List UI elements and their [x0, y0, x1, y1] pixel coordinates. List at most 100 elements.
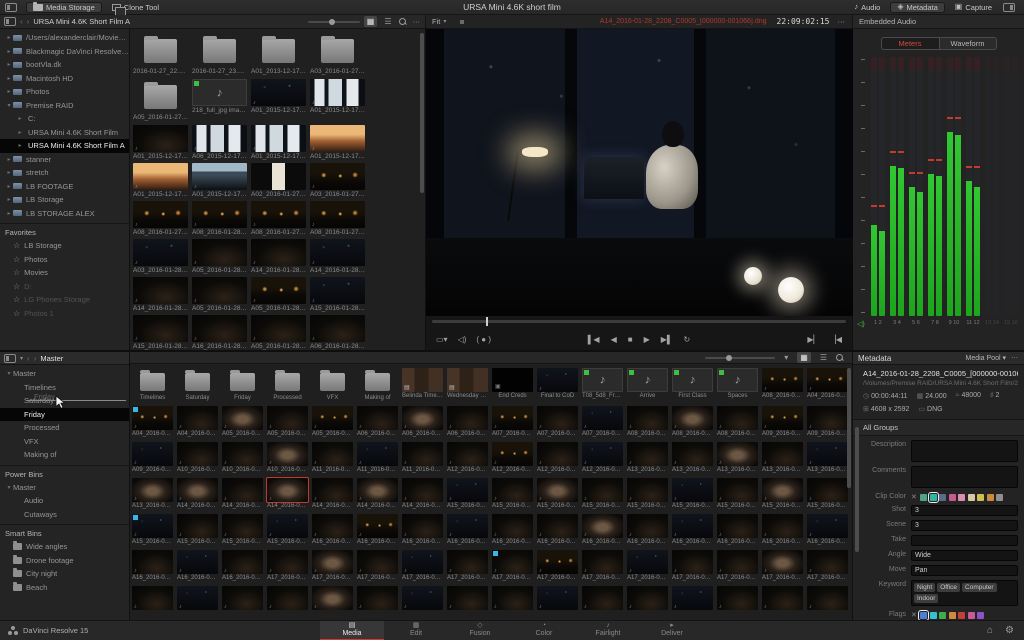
storage-tree-item[interactable]: URSA Mini 4.6K Short Film A	[0, 139, 129, 153]
favorite-item[interactable]: Photos 1	[0, 307, 129, 321]
angle-field[interactable]: Wide	[911, 550, 1018, 561]
storage-tree-item[interactable]: Macintosh HD	[0, 72, 129, 86]
pool-search-icon[interactable]	[836, 353, 844, 362]
storage-tree-item[interactable]: /Users/alexanderclair/Movies (Usage: 67%…	[0, 31, 129, 45]
pool-clip[interactable]: A17_2016-01-28_1...	[492, 586, 533, 610]
pool-clip[interactable]: A17_2016-01-28_0...	[357, 550, 398, 583]
pool-clip[interactable]: Spaces	[717, 368, 758, 403]
all-groups-dropdown[interactable]: All Groups	[853, 419, 1024, 436]
bin-panel-icon[interactable]	[4, 353, 16, 363]
media-clip[interactable]: A01_2015-12-17_184...	[133, 125, 188, 161]
stop-button[interactable]: ■	[628, 335, 633, 344]
tree-chevron-icon[interactable]	[5, 196, 13, 203]
audio-panel-button[interactable]: ♪ Audio	[848, 2, 886, 13]
viewer-zoom-dropdown[interactable]: Fit ▾	[432, 17, 446, 26]
move-field[interactable]: Pan	[911, 565, 1018, 576]
media-clip[interactable]: A03_2016-01-27_224...	[310, 33, 365, 77]
pool-clip[interactable]: A09_2016-01-27_2...	[762, 406, 803, 439]
pool-clip[interactable]: A17_2016-01-28_0...	[447, 550, 488, 583]
clip-color-swatch[interactable]	[948, 493, 956, 501]
pool-clip[interactable]: A16_2016-01-28_0...	[402, 514, 443, 547]
pool-clip[interactable]: A13_2016-01-28_2...	[807, 442, 848, 475]
media-clip[interactable]: A05_2016-01-28_001...	[192, 239, 247, 275]
pool-clip[interactable]: A15_2016-01-28_2...	[582, 478, 623, 511]
pool-clip[interactable]: A16_2016-01-28_0...	[717, 514, 758, 547]
pool-clip[interactable]: A17_2016-01-28_1...	[807, 586, 848, 610]
favorite-item[interactable]: LB Storage	[0, 239, 129, 253]
pool-clip[interactable]: A15_2016-01-28_0...	[222, 514, 263, 547]
media-clip[interactable]: A15_2016-01-28_223...	[310, 277, 365, 313]
media-clip[interactable]: A08_2016-01-27_230...	[310, 201, 365, 237]
flag-swatch[interactable]	[967, 611, 975, 619]
pool-clip[interactable]: A15_2016-01-28_2...	[447, 478, 488, 511]
pool-clip[interactable]: A10_2016-01-28_0...	[267, 442, 308, 475]
pool-clip[interactable]: Wednesday Edit	[447, 368, 488, 403]
pool-clip[interactable]: A08_2016-01-27_2...	[627, 406, 668, 439]
pool-clip[interactable]: A16_2016-01-28_0...	[492, 514, 533, 547]
tree-chevron-icon[interactable]	[5, 75, 13, 82]
pool-clip[interactable]: Belinda Timeline	[402, 368, 443, 403]
viewer-options-icon[interactable]: ⋯	[838, 17, 847, 26]
media-clip[interactable]: A05_2016-01-28_003...	[251, 277, 306, 313]
storage-tree-item[interactable]: stanner	[0, 153, 129, 167]
tree-chevron-icon[interactable]	[16, 129, 24, 136]
pool-clip[interactable]: A14_2016-01-28_2...	[177, 478, 218, 511]
pool-clip[interactable]: A14_2016-01-28_2...	[402, 478, 443, 511]
tree-chevron-icon[interactable]	[5, 102, 13, 109]
tree-chevron-icon[interactable]	[5, 61, 13, 68]
take-field[interactable]	[911, 535, 1018, 546]
clip-color-swatch[interactable]	[927, 491, 939, 503]
pool-clip[interactable]: A16_2016-01-28_0...	[807, 514, 848, 547]
pool-clip[interactable]: A09_2016-01-27_2...	[132, 442, 173, 475]
pool-clip[interactable]: A06_2016-01-27_2...	[402, 406, 443, 439]
pool-clip[interactable]: A04_2016-01-27_2...	[132, 406, 173, 439]
bin-chevron-icon[interactable]: ▾	[20, 355, 23, 362]
pool-clip[interactable]: A15_2016-01-28_2...	[537, 478, 578, 511]
media-clip[interactable]: A01_2015-12-17_204...	[192, 163, 247, 199]
storage-tree-item[interactable]: Photos	[0, 85, 129, 99]
pool-clip[interactable]: A06_2016-01-27_2...	[447, 406, 488, 439]
pool-grid-view-icon[interactable]: ▦	[797, 352, 811, 363]
pool-clip[interactable]: A17_2016-01-28_1...	[447, 586, 488, 610]
media-clip[interactable]: A06_2016-01-28_005...	[310, 315, 365, 350]
page-tab[interactable]: Deliver	[640, 621, 704, 640]
pool-clip[interactable]: End Creds	[492, 368, 533, 403]
storage-tree-item[interactable]: LB Storage	[0, 193, 129, 207]
pool-clip[interactable]: A16_2016-01-28_0...	[627, 514, 668, 547]
flag-swatch[interactable]	[977, 611, 985, 619]
pool-clip[interactable]: A11_2016-01-28_0...	[357, 442, 398, 475]
flag-swatch[interactable]	[918, 609, 930, 620]
pool-clip[interactable]: A15_2016-01-28_2...	[492, 478, 533, 511]
metadata-options-icon[interactable]: ⋯	[1011, 354, 1019, 362]
media-clip[interactable]: A01_2015-12-17_202...	[133, 163, 188, 199]
pool-clip[interactable]: A15_2016-01-28_2...	[672, 478, 713, 511]
shot-field[interactable]: 3	[911, 505, 1018, 516]
pool-clip[interactable]: A15_2016-01-28_0...	[267, 514, 308, 547]
pool-clip[interactable]: A17_2016-01-28_0...	[762, 550, 803, 583]
pool-clip[interactable]: A09_2016-01-27_2...	[807, 406, 848, 439]
project-manager-home-icon[interactable]: ⌂	[987, 625, 993, 636]
keyword-chip[interactable]: Night	[914, 583, 936, 592]
capture-button[interactable]: ▣ Capture	[949, 2, 998, 13]
pool-clip[interactable]: A13_2016-01-28_2...	[627, 442, 668, 475]
storage-tree-item[interactable]: bootVla.dk	[0, 58, 129, 72]
pool-clip[interactable]: A17_2016-01-28_0...	[582, 550, 623, 583]
bin-item[interactable]: VFX	[0, 435, 129, 449]
pool-clip[interactable]: A16_2016-01-28_0...	[312, 514, 353, 547]
pool-clip[interactable]: Final to CoD	[537, 368, 578, 403]
pool-clip[interactable]: A17_2016-01-28_0...	[717, 550, 758, 583]
storage-tree-item[interactable]: URSA Mini 4.6K Short Film	[0, 126, 129, 140]
metadata-source-dropdown[interactable]: Media Pool ▾	[966, 354, 1007, 362]
tree-chevron-icon[interactable]	[5, 183, 13, 190]
pool-clip[interactable]: A15_2016-01-28_2...	[717, 478, 758, 511]
media-clip[interactable]: A01_2015-12-17_183...	[310, 79, 365, 123]
pool-clip[interactable]: A08_2016-01-27_2...	[672, 406, 713, 439]
keyword-chip[interactable]: Indoor	[914, 594, 939, 603]
pool-sort-icon[interactable]: ▾	[781, 352, 791, 363]
metadata-panel-button[interactable]: ◈ Metadata	[890, 1, 945, 13]
page-tab[interactable]: Fairlight	[576, 621, 640, 640]
power-bin-item[interactable]: Audio	[0, 494, 129, 508]
media-clip[interactable]: A14_2016-01-28_221...	[310, 239, 365, 275]
description-field[interactable]	[911, 440, 1018, 462]
media-clip[interactable]: A01_2015-12-17_201...	[310, 125, 365, 161]
